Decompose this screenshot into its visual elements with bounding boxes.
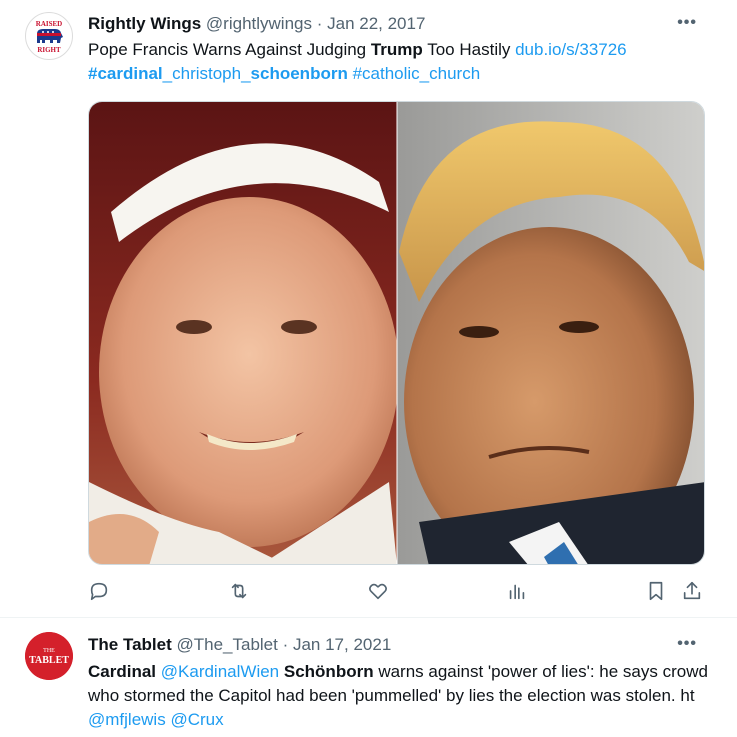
mention-mfjlewis[interactable]: @mfjlewis (88, 710, 166, 729)
mention-crux[interactable]: @Crux (170, 710, 223, 729)
the-tablet-logo: THE TABLET (25, 632, 73, 680)
more-options-icon[interactable]: ••• (677, 635, 697, 653)
display-name[interactable]: Rightly Wings (88, 14, 201, 33)
svg-text:THE: THE (43, 648, 55, 654)
separator: · (277, 635, 293, 654)
display-name[interactable]: The Tablet (88, 635, 172, 654)
gop-elephant-logo: RAISED RIGHT (27, 14, 71, 58)
timestamp[interactable]: Jan 17, 2021 (293, 635, 391, 654)
tweet-header: Rightly Wings @rightlywings · Jan 22, 20… (88, 12, 425, 36)
tweet-media-photo[interactable] (88, 101, 705, 565)
tweet-text: Cardinal @KardinalWien Schönborn warns a… (88, 662, 708, 729)
like-icon[interactable] (367, 580, 391, 604)
bookmark-icon[interactable] (645, 580, 669, 604)
hashtag-catholic-church[interactable]: #catholic_church (353, 64, 481, 83)
handle[interactable]: @rightlywings (206, 14, 312, 33)
avatar-the-tablet[interactable]: THE TABLET (25, 632, 73, 680)
handle[interactable]: @The_Tablet (176, 635, 277, 654)
more-options-icon[interactable]: ••• (677, 14, 697, 32)
svg-text:RAISED: RAISED (36, 20, 62, 28)
reply-icon[interactable] (88, 580, 112, 604)
svg-text:TABLET: TABLET (29, 655, 69, 666)
avatar-raised-right[interactable]: RAISED RIGHT (25, 12, 73, 60)
tweet-actions (88, 580, 705, 604)
separator: · (312, 14, 328, 33)
mention-kardinalwien[interactable]: @KardinalWien (161, 662, 279, 681)
tweet[interactable]: THE TABLET The Tablet @The_Tablet · Jan … (0, 618, 737, 737)
tweet-text: Pope Francis Warns Against Judging Trump… (88, 40, 627, 83)
share-icon[interactable] (681, 580, 705, 604)
photo-pope-and-trump (89, 102, 704, 564)
tweet-header: The Tablet @The_Tablet · Jan 17, 2021 (88, 633, 391, 657)
timestamp[interactable]: Jan 22, 2017 (327, 14, 425, 33)
retweet-icon[interactable] (228, 580, 252, 604)
svg-text:RIGHT: RIGHT (37, 46, 61, 54)
views-icon[interactable] (506, 580, 530, 604)
tweet-link[interactable]: dub.io/s/33726 (515, 40, 627, 59)
hashtag-cardinal[interactable]: #cardinal_christoph_schoenborn (88, 64, 348, 83)
tweet[interactable]: RAISED RIGHT Rightly Wings @rightlywings… (0, 0, 737, 618)
